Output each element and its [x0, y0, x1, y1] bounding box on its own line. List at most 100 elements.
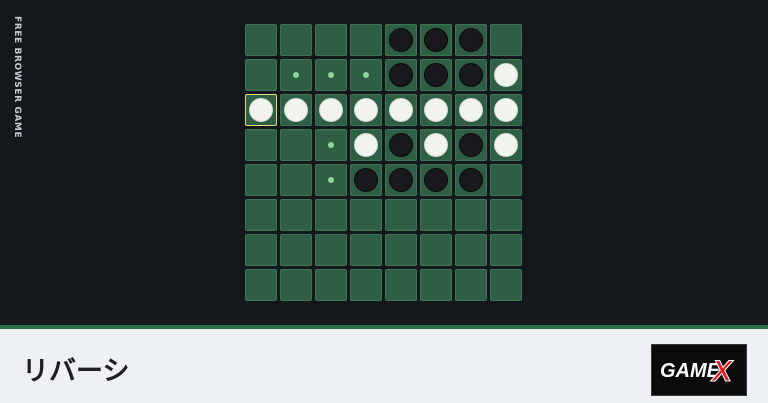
board-cell[interactable]	[350, 59, 382, 91]
board-cell[interactable]	[490, 94, 522, 126]
board-cell[interactable]	[350, 129, 382, 161]
board-cell[interactable]	[315, 94, 347, 126]
board-cell[interactable]	[490, 234, 522, 266]
board-cell[interactable]	[455, 269, 487, 301]
white-disc	[424, 133, 448, 157]
white-disc	[494, 133, 518, 157]
board-cell[interactable]	[455, 129, 487, 161]
game-title: リバーシ	[22, 356, 130, 387]
board-cell[interactable]	[280, 199, 312, 231]
move-hint-dot	[328, 72, 334, 78]
white-disc	[459, 98, 483, 122]
board-cell[interactable]	[245, 164, 277, 196]
svg-text:X: X	[710, 355, 734, 388]
board-cell[interactable]	[385, 59, 417, 91]
board-cell[interactable]	[350, 269, 382, 301]
board-cell[interactable]	[490, 269, 522, 301]
board-cell[interactable]	[420, 164, 452, 196]
board-cell[interactable]	[315, 24, 347, 56]
board-cell[interactable]	[280, 94, 312, 126]
board-cell[interactable]	[280, 269, 312, 301]
board-cell[interactable]	[350, 199, 382, 231]
board-cell[interactable]	[455, 199, 487, 231]
board-cell[interactable]	[315, 59, 347, 91]
board-cell[interactable]	[455, 94, 487, 126]
board-cell[interactable]	[490, 59, 522, 91]
board-cell[interactable]	[245, 94, 277, 126]
game-board	[245, 24, 522, 301]
black-disc	[389, 168, 413, 192]
board-cell[interactable]	[245, 199, 277, 231]
board-cell[interactable]	[280, 59, 312, 91]
board-cell[interactable]	[350, 234, 382, 266]
board-cell[interactable]	[245, 24, 277, 56]
black-disc	[424, 168, 448, 192]
board-cell[interactable]	[455, 59, 487, 91]
board-cell[interactable]	[490, 199, 522, 231]
white-disc	[284, 98, 308, 122]
board-cell[interactable]	[280, 234, 312, 266]
board-cell[interactable]	[245, 129, 277, 161]
board-cell[interactable]	[245, 59, 277, 91]
board-cell[interactable]	[385, 269, 417, 301]
board-cell[interactable]	[315, 269, 347, 301]
white-disc	[494, 98, 518, 122]
black-disc	[389, 28, 413, 52]
board-cell[interactable]	[315, 164, 347, 196]
board-cell[interactable]	[385, 199, 417, 231]
board-cell[interactable]	[350, 24, 382, 56]
black-disc	[354, 168, 378, 192]
board-cell[interactable]	[455, 234, 487, 266]
black-disc	[459, 63, 483, 87]
board-cell[interactable]	[315, 234, 347, 266]
board-cell[interactable]	[280, 129, 312, 161]
side-label: FREE BROWSER GAME	[12, 16, 22, 139]
move-hint-dot	[328, 142, 334, 148]
move-hint-dot	[293, 72, 299, 78]
black-disc	[389, 133, 413, 157]
board-cell[interactable]	[385, 94, 417, 126]
board-cell[interactable]	[420, 234, 452, 266]
board-cell[interactable]	[280, 24, 312, 56]
black-disc	[424, 28, 448, 52]
move-hint-dot	[328, 177, 334, 183]
black-disc	[459, 168, 483, 192]
white-disc	[389, 98, 413, 122]
white-disc	[319, 98, 343, 122]
white-disc	[494, 63, 518, 87]
board-cell[interactable]	[420, 269, 452, 301]
board-cell[interactable]	[385, 24, 417, 56]
board-cell[interactable]	[385, 234, 417, 266]
white-disc	[424, 98, 448, 122]
board-cell[interactable]	[385, 129, 417, 161]
black-disc	[389, 63, 413, 87]
white-disc	[354, 133, 378, 157]
black-disc	[424, 63, 448, 87]
white-disc	[249, 98, 273, 122]
board-cell[interactable]	[490, 164, 522, 196]
board-cell[interactable]	[350, 94, 382, 126]
board-cell[interactable]	[490, 129, 522, 161]
board-cell[interactable]	[385, 164, 417, 196]
gamex-logo[interactable]: GAME X	[651, 344, 747, 396]
white-disc	[354, 98, 378, 122]
board-cell[interactable]	[420, 94, 452, 126]
gamex-logo-icon: GAME X	[660, 355, 735, 389]
board-cell[interactable]	[280, 164, 312, 196]
board-cell[interactable]	[420, 129, 452, 161]
board-cell[interactable]	[490, 24, 522, 56]
board-cell[interactable]	[455, 164, 487, 196]
black-disc	[459, 133, 483, 157]
board-cell[interactable]	[350, 164, 382, 196]
board-cell[interactable]	[420, 59, 452, 91]
black-disc	[459, 28, 483, 52]
board-cell[interactable]	[245, 269, 277, 301]
board-cell[interactable]	[420, 199, 452, 231]
board-cell[interactable]	[315, 129, 347, 161]
board-cell[interactable]	[315, 199, 347, 231]
move-hint-dot	[363, 72, 369, 78]
title-bar: リバーシ GAME X	[0, 325, 768, 403]
board-cell[interactable]	[420, 24, 452, 56]
board-cell[interactable]	[245, 234, 277, 266]
board-cell[interactable]	[455, 24, 487, 56]
